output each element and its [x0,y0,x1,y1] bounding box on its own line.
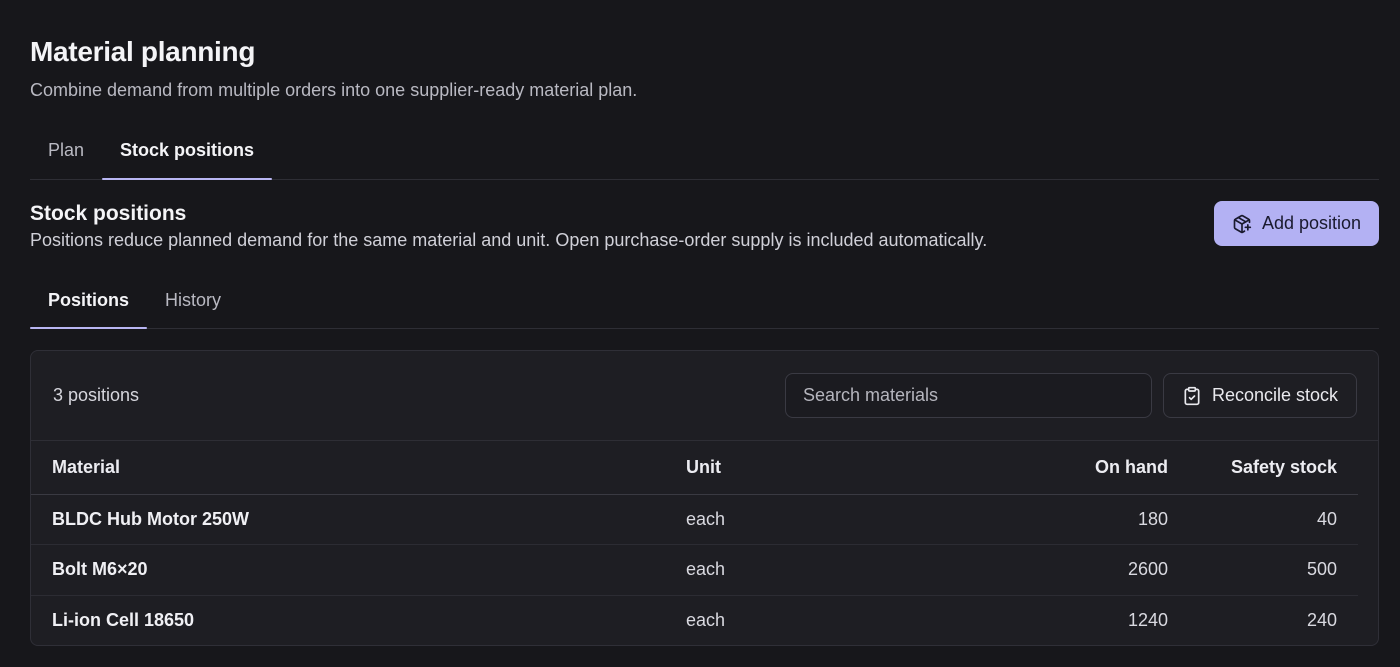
add-position-label: Add position [1261,213,1362,233]
cell-unit: each [686,559,726,580]
reconcile-stock-button[interactable]: Reconcile stock [1163,373,1357,418]
tab-history[interactable]: History [147,278,239,328]
cell-material: Bolt M6×20 [52,559,148,580]
reconcile-stock-label: Reconcile stock [1211,385,1339,405]
tab-plan-label: Plan [48,140,85,160]
positions-count: 3 positions [53,385,140,405]
tab-positions[interactable]: Positions [30,278,148,329]
tab-positions-label: Positions [48,289,130,310]
table-row[interactable]: Li-ion Cell 18650 each 1240 240 [31,595,1358,645]
cell-on-hand: 2600 [1127,559,1168,580]
section-description: Positions reduce planned demand for the … [30,230,988,250]
positions-table: Material Unit On hand Safety stock BLDC … [31,441,1358,645]
sub-tabs: Positions History [30,278,1379,329]
tab-plan[interactable]: Plan [30,128,102,179]
clipboard-check-icon [1182,386,1202,406]
positions-toolbar: 3 positions Reconcile stock [31,351,1378,441]
column-header-unit[interactable]: Unit [665,441,947,494]
positions-card: 3 positions Reconcile stock Material Uni… [30,350,1379,646]
package-plus-icon [1232,214,1252,234]
add-position-button[interactable]: Add position [1214,201,1379,246]
column-header-on-hand[interactable]: On hand [947,441,1189,494]
cell-safety-stock: 240 [1306,610,1337,630]
cell-safety-stock: 500 [1306,559,1337,580]
tab-stock-positions[interactable]: Stock positions [102,128,273,180]
tab-history-label: History [165,289,222,310]
tab-stock-positions-label: Stock positions [120,140,255,160]
table-header-row: Material Unit On hand Safety stock [31,441,1358,494]
page-title: Material planning [30,36,256,67]
cell-unit: each [686,610,726,630]
page-subtitle: Combine demand from multiple orders into… [30,80,638,100]
material-planning-page: Material planning Combine demand from mu… [0,0,1400,667]
column-header-material[interactable]: Material [31,441,665,494]
section-title: Stock positions [30,202,187,225]
search-input[interactable] [785,373,1152,418]
cell-on-hand: 1240 [1127,610,1168,630]
cell-on-hand: 180 [1137,508,1168,529]
cell-safety-stock: 40 [1316,508,1337,529]
top-tabs: Plan Stock positions [30,128,1379,180]
table-row[interactable]: BLDC Hub Motor 250W each 180 40 [31,494,1358,545]
cell-material: Li-ion Cell 18650 [52,610,195,630]
table-row[interactable]: Bolt M6×20 each 2600 500 [31,545,1358,595]
cell-material: BLDC Hub Motor 250W [52,508,249,529]
column-header-safety-stock[interactable]: Safety stock [1189,441,1358,494]
cell-unit: each [686,508,726,529]
